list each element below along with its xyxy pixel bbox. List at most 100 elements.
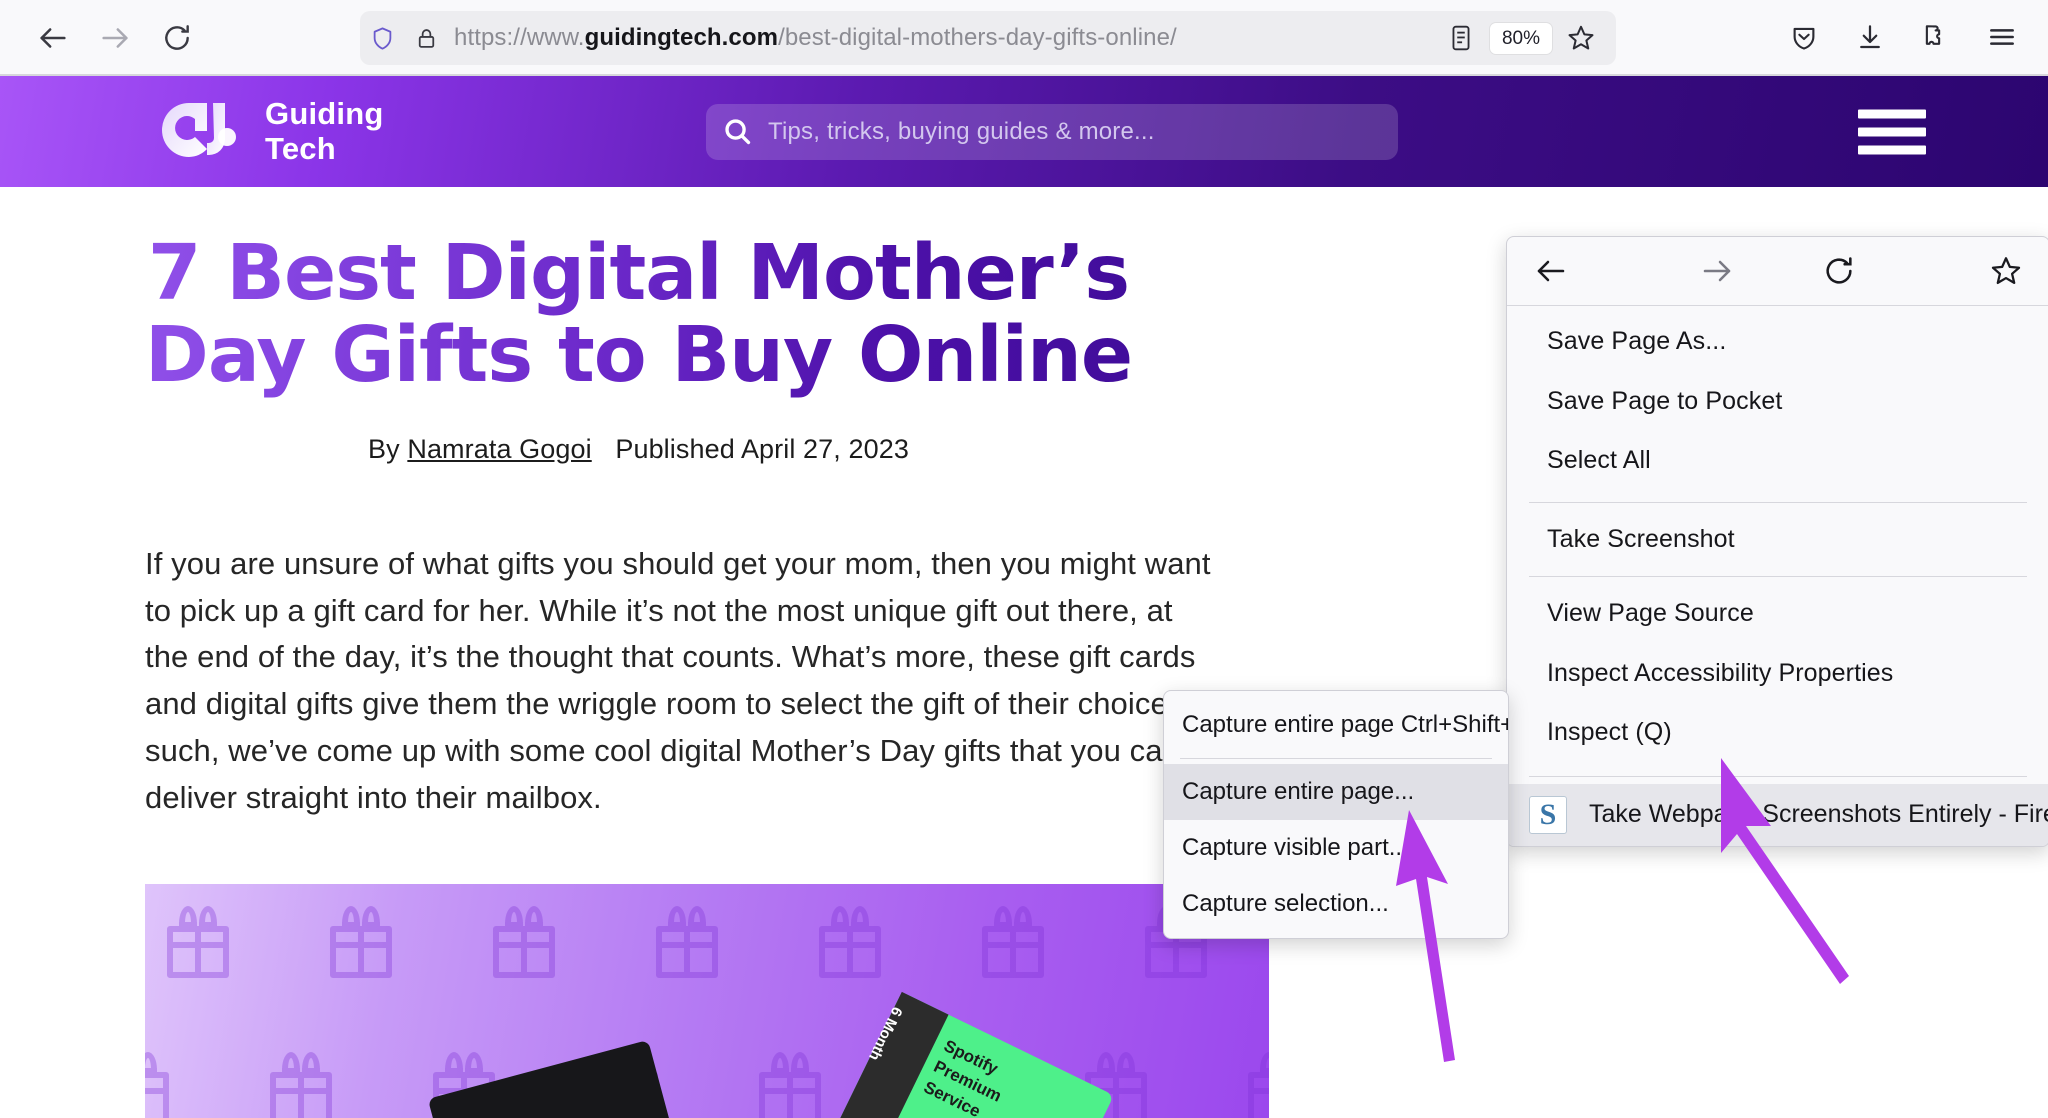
gift-box-icon: [982, 906, 1044, 978]
app-menu-button[interactable]: [1972, 6, 2032, 68]
context-menu-group-1: Save Page As... Save Page to Pocket Sele…: [1507, 306, 2048, 495]
extensions-button[interactable]: [1906, 6, 1966, 68]
browser-window: https://www.guidingtech.com/best-digital…: [0, 0, 2048, 1118]
context-menu-nav-row: [1507, 237, 2048, 306]
toolbar-actions-group: [1774, 6, 2032, 68]
site-menu-button[interactable]: [1858, 100, 1926, 163]
gift-ribbon-vertical: [1010, 926, 1016, 978]
gift-box-icon: [493, 906, 555, 978]
gift-ribbon-vertical: [1113, 1072, 1119, 1118]
context-menu-forward-button[interactable]: [1656, 253, 1779, 289]
gift-bow-right: [1117, 1052, 1135, 1074]
byline-published-date: Published April 27, 2023: [615, 433, 909, 464]
context-menu-back-button[interactable]: [1533, 253, 1656, 289]
gift-box-icon: [759, 1052, 821, 1118]
pocket-button[interactable]: [1774, 6, 1834, 68]
gift-ribbon-vertical: [847, 926, 853, 978]
site-search-input[interactable]: Tips, tricks, buying guides & more...: [706, 103, 1398, 160]
menu-separator: [1529, 501, 2027, 503]
context-menu-bookmark-button[interactable]: [1901, 254, 2024, 288]
extensions-puzzle-icon: [1925, 25, 1941, 45]
site-security-indicator[interactable]: [404, 26, 448, 51]
site-logo[interactable]: Guiding Tech: [155, 96, 383, 167]
hamburger-menu-icon: [1990, 29, 2014, 45]
gift-box-icon: [270, 1052, 332, 1118]
back-button[interactable]: [22, 7, 84, 69]
address-bar[interactable]: https://www.guidingtech.com/best-digital…: [360, 11, 1616, 65]
zoom-level-badge[interactable]: 80%: [1489, 22, 1552, 54]
submenu-item-capture-entire-page-shortcut[interactable]: Capture entire page Ctrl+Shift+Y: [1164, 697, 1508, 753]
gift-bow-right: [851, 906, 869, 928]
gift-ribbon-horizontal: [1145, 942, 1207, 948]
gift-bow-right: [145, 1052, 157, 1074]
gift-ribbon-horizontal: [167, 942, 229, 948]
site-header: Guiding Tech Tips, tricks, buying guides…: [0, 76, 2048, 187]
reload-button[interactable]: [146, 7, 208, 69]
gift-box-icon: [1248, 1052, 1269, 1118]
fireshot-icon-letter: S: [1539, 797, 1557, 831]
menu-item-save-page-to-pocket[interactable]: Save Page to Pocket: [1507, 372, 2048, 432]
back-arrow-icon: [40, 28, 66, 48]
menu-item-inspect-accessibility-properties[interactable]: Inspect Accessibility Properties: [1507, 644, 2048, 704]
site-search-placeholder: Tips, tricks, buying guides & more...: [768, 117, 1155, 145]
gift-box-icon: [330, 906, 392, 978]
gift-bow-right: [525, 906, 543, 928]
fireshot-extension-icon: S: [1529, 795, 1567, 834]
menu-item-view-page-source[interactable]: View Page Source: [1507, 584, 2048, 644]
gift-bow-left: [668, 906, 686, 928]
gift-bow-left: [445, 1052, 463, 1074]
site-logo-text: Guiding Tech: [265, 96, 383, 166]
gift-bow-left: [282, 1052, 300, 1074]
context-menu-group-2: Take Screenshot: [1507, 510, 2048, 570]
forward-arrow-icon: [102, 28, 128, 48]
gift-ribbon-horizontal: [656, 942, 718, 948]
byline-author-link[interactable]: Namrata Gogoi: [407, 434, 591, 464]
lock-icon: [418, 28, 434, 48]
gift-bow-left: [179, 906, 197, 928]
gift-bow-right: [465, 1052, 483, 1074]
gift-pattern-row: [167, 906, 1269, 978]
context-menu-reload-button[interactable]: [1778, 254, 1901, 288]
submenu-item-capture-visible-part[interactable]: Capture visible part...: [1164, 820, 1508, 876]
gift-bow-right: [1014, 906, 1032, 928]
gift-box-icon: [819, 906, 881, 978]
search-icon: [706, 116, 768, 147]
article-paragraph: If you are unsure of what gifts you shou…: [145, 545, 1220, 815]
submenu-item-capture-selection[interactable]: Capture selection...: [1164, 876, 1508, 932]
gift-bow-right: [362, 906, 380, 928]
downloads-button[interactable]: [1840, 6, 1900, 68]
submenu-separator: [1180, 758, 1492, 759]
context-menu: Save Page As... Save Page to Pocket Sele…: [1506, 236, 2048, 847]
tracking-protection-shield[interactable]: [360, 25, 404, 52]
search-magnifier-icon: [724, 119, 750, 145]
gift-ribbon-horizontal: [1248, 1088, 1269, 1094]
forward-button[interactable]: [84, 7, 146, 69]
gift-body: [145, 1072, 169, 1118]
gift-bow-right: [791, 1052, 809, 1074]
gift-bow-left: [1260, 1052, 1269, 1074]
url-domain: guidingtech.com: [584, 24, 779, 51]
gift-ribbon-horizontal: [145, 1088, 169, 1094]
pocket-icon: [1793, 27, 1815, 50]
bookmark-page-button[interactable]: [1556, 13, 1606, 63]
menu-item-select-all[interactable]: Select All: [1507, 431, 2048, 491]
menu-separator: [1529, 576, 2027, 577]
gift-ribbon-vertical: [358, 926, 364, 978]
submenu-item-capture-entire-page[interactable]: Capture entire page...: [1164, 764, 1508, 820]
menu-item-save-page-as[interactable]: Save Page As...: [1507, 312, 2048, 372]
spotify-card-text: Spotify Premium Service: [919, 1035, 1015, 1118]
gift-ribbon-horizontal: [270, 1088, 332, 1094]
reader-mode-button[interactable]: [1436, 13, 1486, 63]
menu-item-inspect[interactable]: Inspect (Q): [1507, 703, 2048, 763]
shield-icon: [373, 26, 391, 50]
gift-box-icon: [167, 906, 229, 978]
gift-ribbon-horizontal: [493, 942, 555, 948]
menu-item-take-screenshot[interactable]: Take Screenshot: [1507, 510, 2048, 570]
gift-bow-right: [688, 906, 706, 928]
reload-icon: [165, 25, 189, 50]
gift-ribbon-horizontal: [759, 1088, 821, 1094]
site-logo-line2: Tech: [265, 130, 336, 166]
url-prefix: https://www.: [454, 24, 585, 51]
gift-ribbon-vertical: [684, 926, 690, 978]
menu-item-fireshot-extension[interactable]: S Take Webpage Screenshots Entirely - Fi…: [1507, 783, 2048, 846]
